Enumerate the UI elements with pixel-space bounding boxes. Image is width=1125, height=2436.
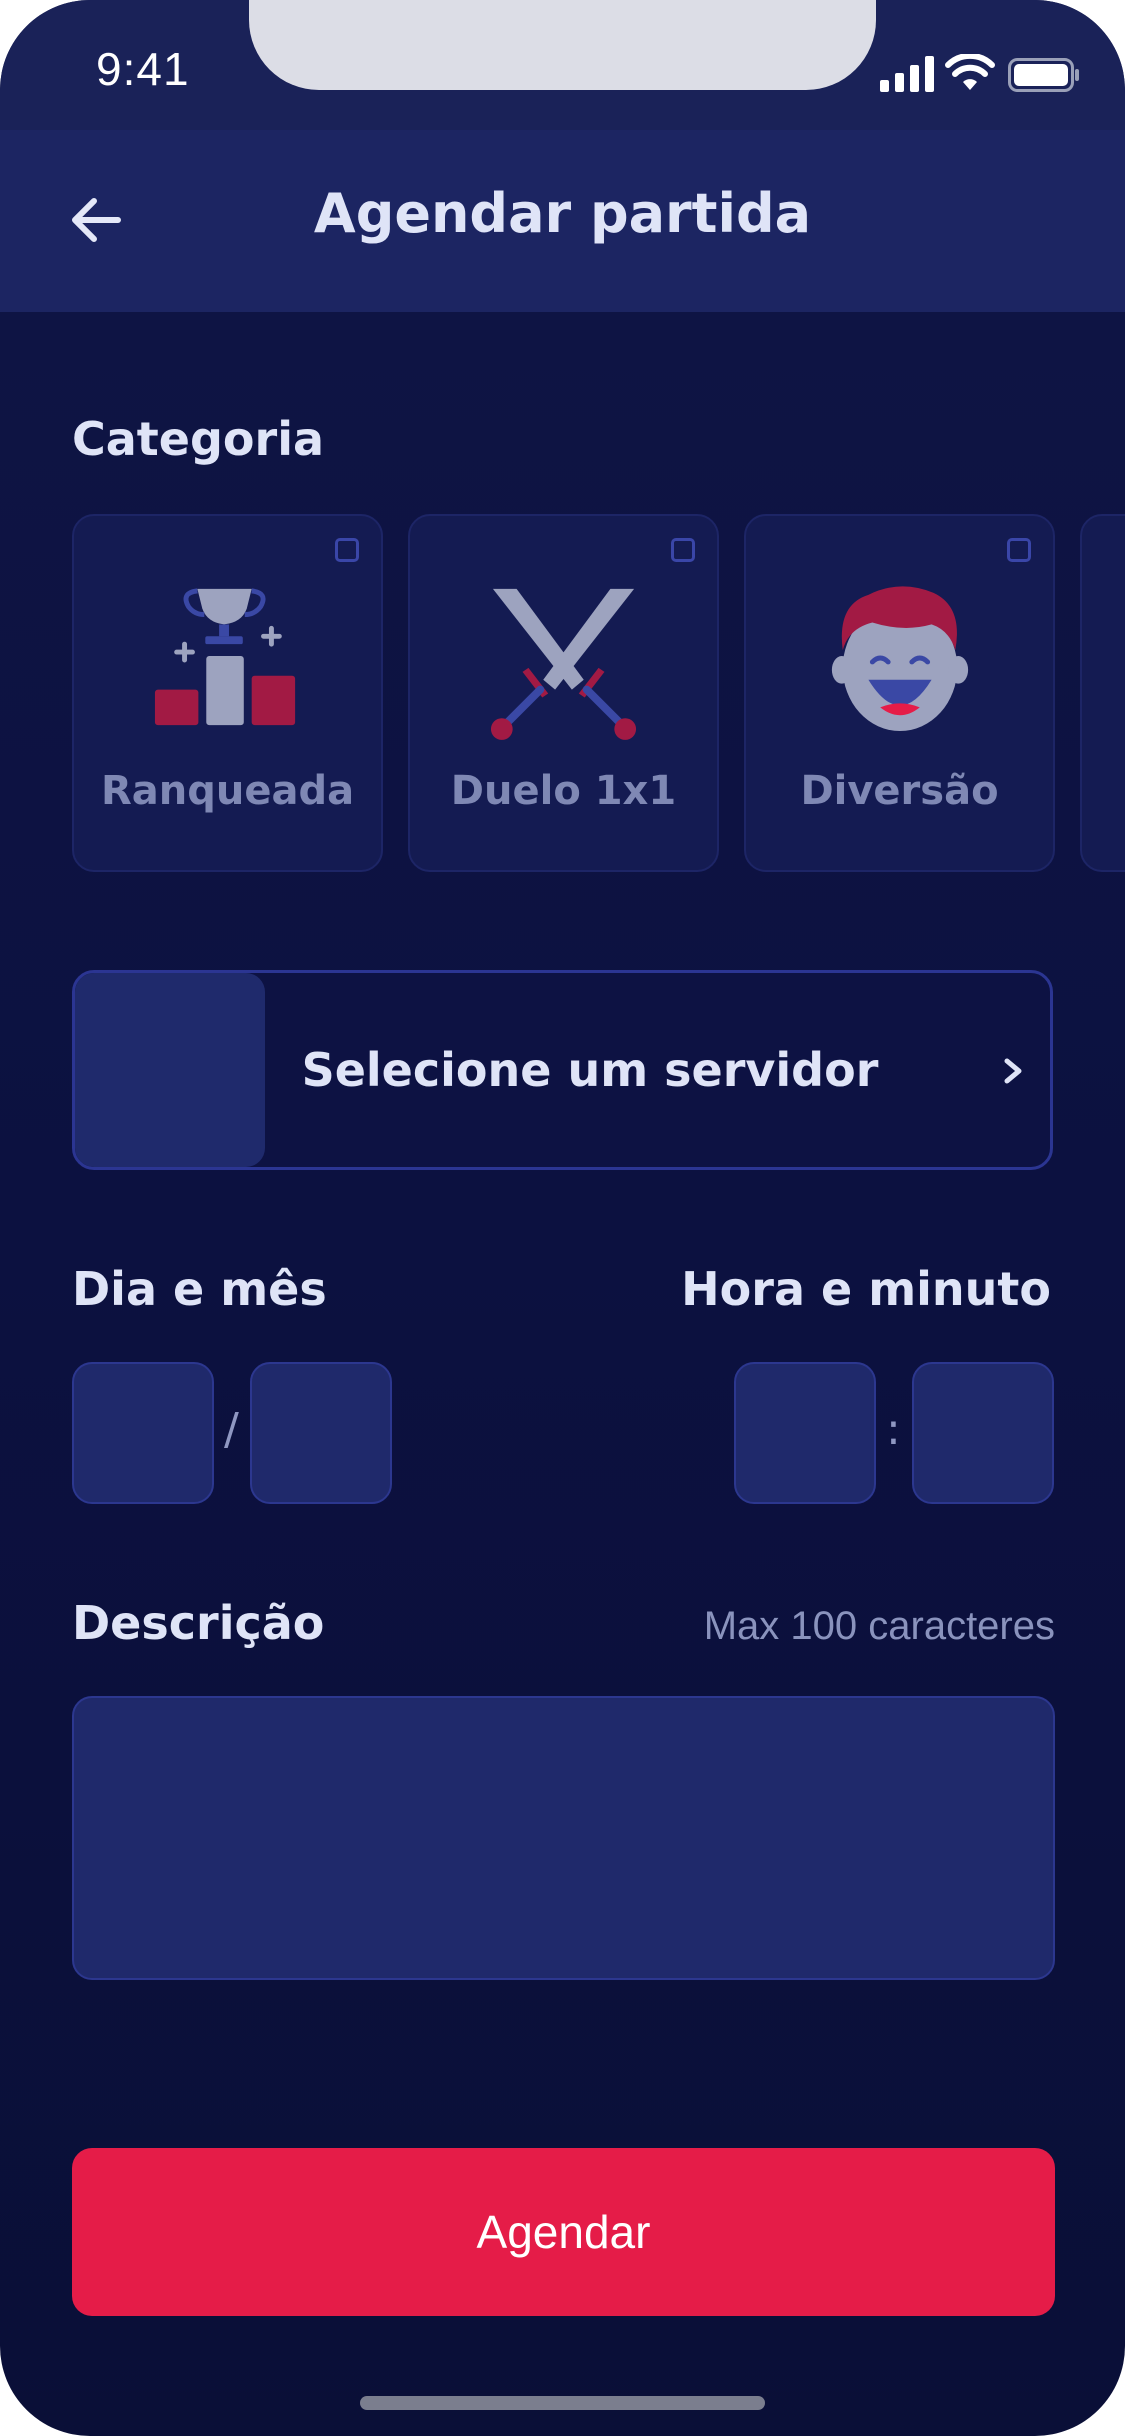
wifi-icon <box>945 54 995 90</box>
category-label: Categoria <box>72 412 325 466</box>
category-card-partial[interactable] <box>1080 514 1125 872</box>
month-input[interactable] <box>250 1362 392 1504</box>
laughing-face-icon <box>831 586 969 732</box>
category-card-ranqueada[interactable]: Ranqueada <box>72 514 383 872</box>
status-bar: 9:41 <box>0 0 1125 130</box>
minute-input[interactable] <box>912 1362 1054 1504</box>
app-header: Agendar partida <box>0 130 1125 312</box>
category-checkbox[interactable] <box>671 538 695 562</box>
date-label: Dia e mês <box>72 1262 327 1316</box>
page-title: Agendar partida <box>313 182 812 245</box>
description-textarea[interactable] <box>72 1696 1055 1980</box>
day-input[interactable] <box>72 1362 214 1504</box>
date-separator: / <box>224 1404 239 1455</box>
server-thumbnail <box>75 973 265 1167</box>
category-card-duelo[interactable]: Duelo 1x1 <box>408 514 719 872</box>
server-select-label: Selecione um servidor <box>301 1043 879 1097</box>
phone-screen: 9:41 Agendar partida Categoria Ranqueada… <box>0 0 1125 2436</box>
podium-trophy-icon <box>154 588 296 726</box>
description-hint: Max 100 caracteres <box>703 1604 1055 1648</box>
chevron-right-icon <box>1004 1058 1022 1084</box>
description-label: Descrição <box>72 1596 325 1650</box>
time-label: Hora e minuto <box>681 1262 1051 1316</box>
time-separator: : <box>886 1404 901 1455</box>
battery-icon <box>1008 58 1079 92</box>
home-indicator <box>360 2396 765 2410</box>
server-select[interactable]: Selecione um servidor <box>72 970 1053 1170</box>
submit-button[interactable]: Agendar <box>72 2148 1055 2316</box>
category-label-text: Duelo 1x1 <box>450 768 677 814</box>
category-label-text: Diversão <box>800 768 999 814</box>
status-time: 9:41 <box>96 43 190 95</box>
notch <box>249 0 876 90</box>
category-checkbox[interactable] <box>335 538 359 562</box>
crossed-swords-icon <box>490 588 637 740</box>
cellular-signal-icon <box>880 56 934 92</box>
hour-input[interactable] <box>734 1362 876 1504</box>
category-checkbox[interactable] <box>1007 538 1031 562</box>
category-label-text: Ranqueada <box>100 768 355 814</box>
category-card-diversao[interactable]: Diversão <box>744 514 1055 872</box>
